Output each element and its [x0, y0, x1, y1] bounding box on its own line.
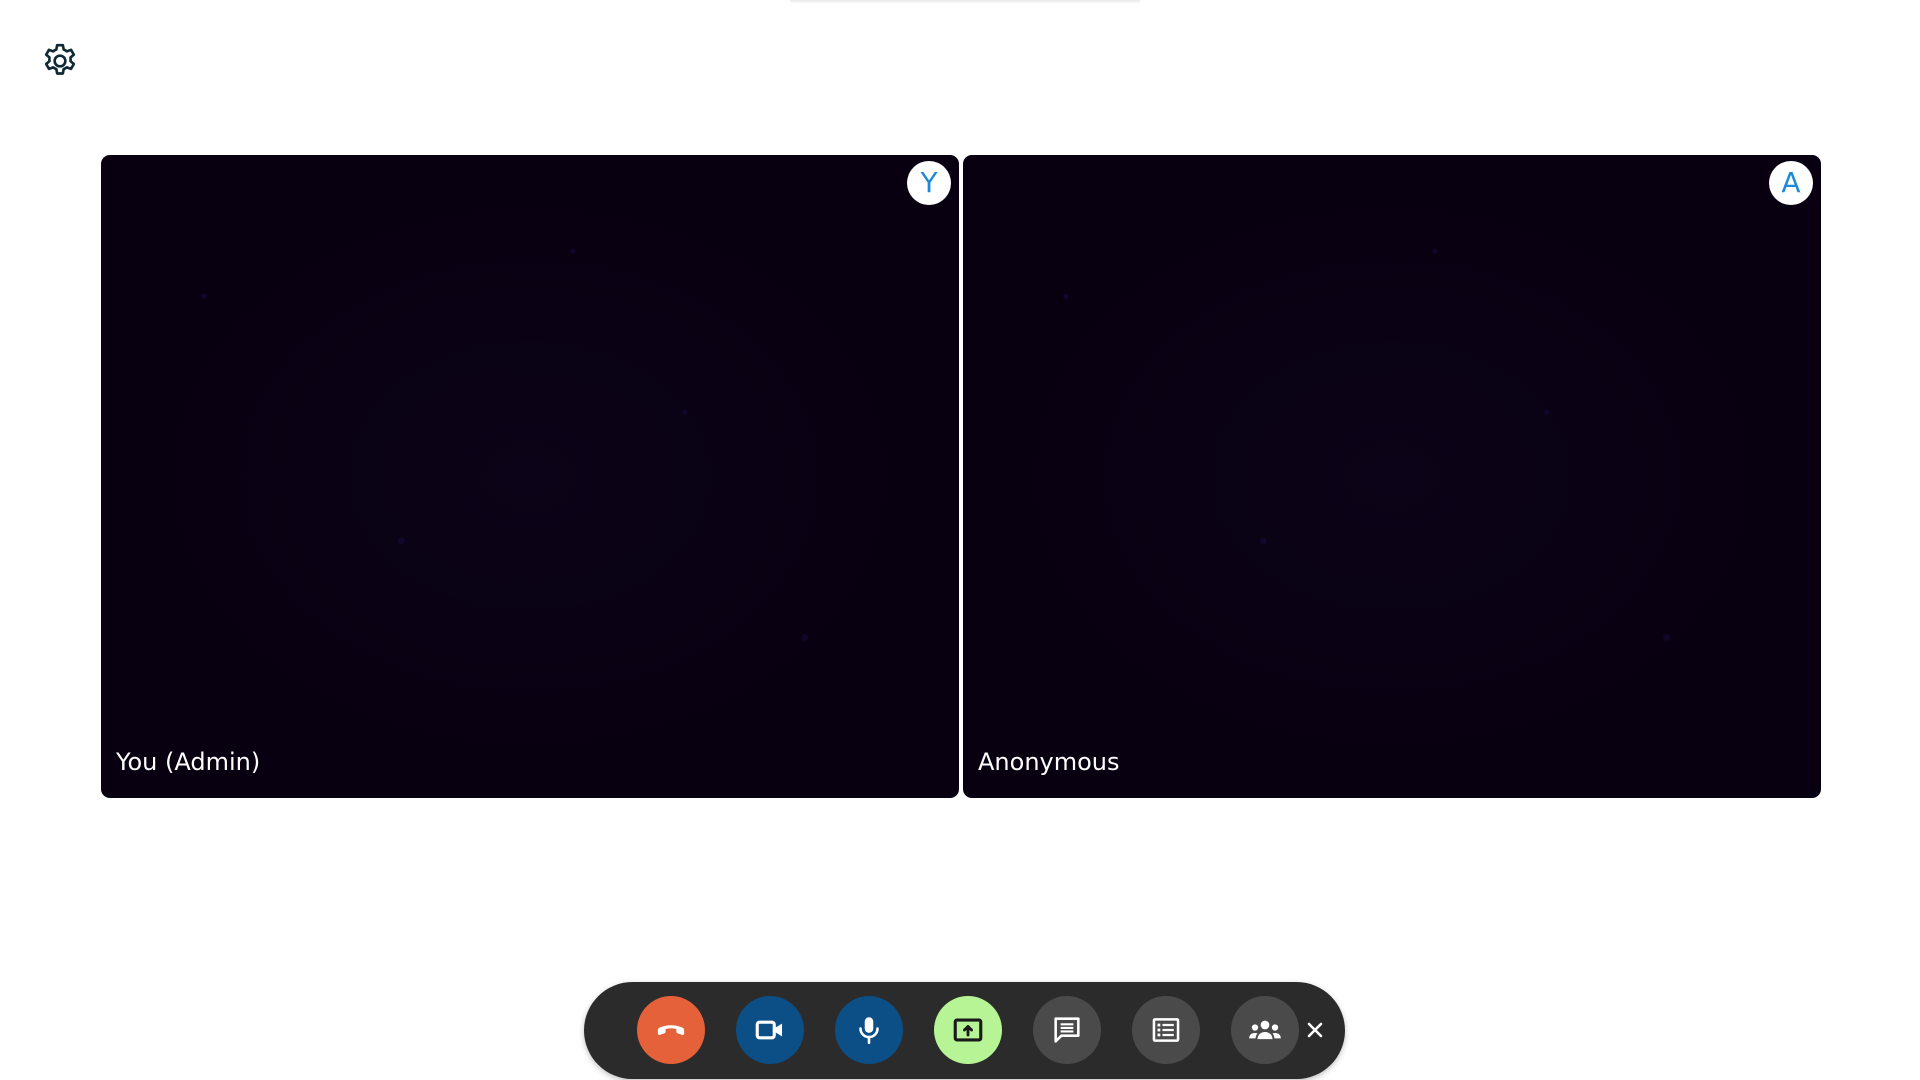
video-tile-remote[interactable]: A Anonymous: [963, 155, 1821, 798]
video-tile-self[interactable]: Y You (Admin): [101, 155, 959, 798]
participant-avatar: Y: [907, 161, 951, 205]
microphone-icon: [859, 1017, 879, 1045]
chat-icon: [1054, 1017, 1080, 1043]
video-camera-icon: [755, 1020, 783, 1040]
call-controls-toolbar: [584, 982, 1345, 1079]
settings-button[interactable]: [36, 37, 84, 85]
top-drag-handle[interactable]: [790, 0, 1140, 4]
participant-name-label: Anonymous: [978, 748, 1120, 776]
close-icon: [1307, 1022, 1323, 1038]
close-toolbar-button[interactable]: [1304, 1019, 1326, 1041]
phone-hangup-icon: [657, 1025, 685, 1035]
share-screen-button[interactable]: [934, 996, 1002, 1064]
video-grid: Y You (Admin) A Anonymous: [101, 155, 1821, 798]
end-call-button[interactable]: [637, 996, 705, 1064]
chat-button[interactable]: [1033, 996, 1101, 1064]
microphone-toggle-button[interactable]: [835, 996, 903, 1064]
participants-button[interactable]: [1231, 996, 1299, 1064]
screen-share-icon: [953, 1018, 983, 1042]
list-icon: [1152, 1018, 1180, 1042]
people-group-icon: [1249, 1020, 1281, 1040]
camera-toggle-button[interactable]: [736, 996, 804, 1064]
participant-avatar: A: [1769, 161, 1813, 205]
gear-icon: [44, 43, 76, 75]
participant-name-label: You (Admin): [116, 748, 261, 776]
list-button[interactable]: [1132, 996, 1200, 1064]
